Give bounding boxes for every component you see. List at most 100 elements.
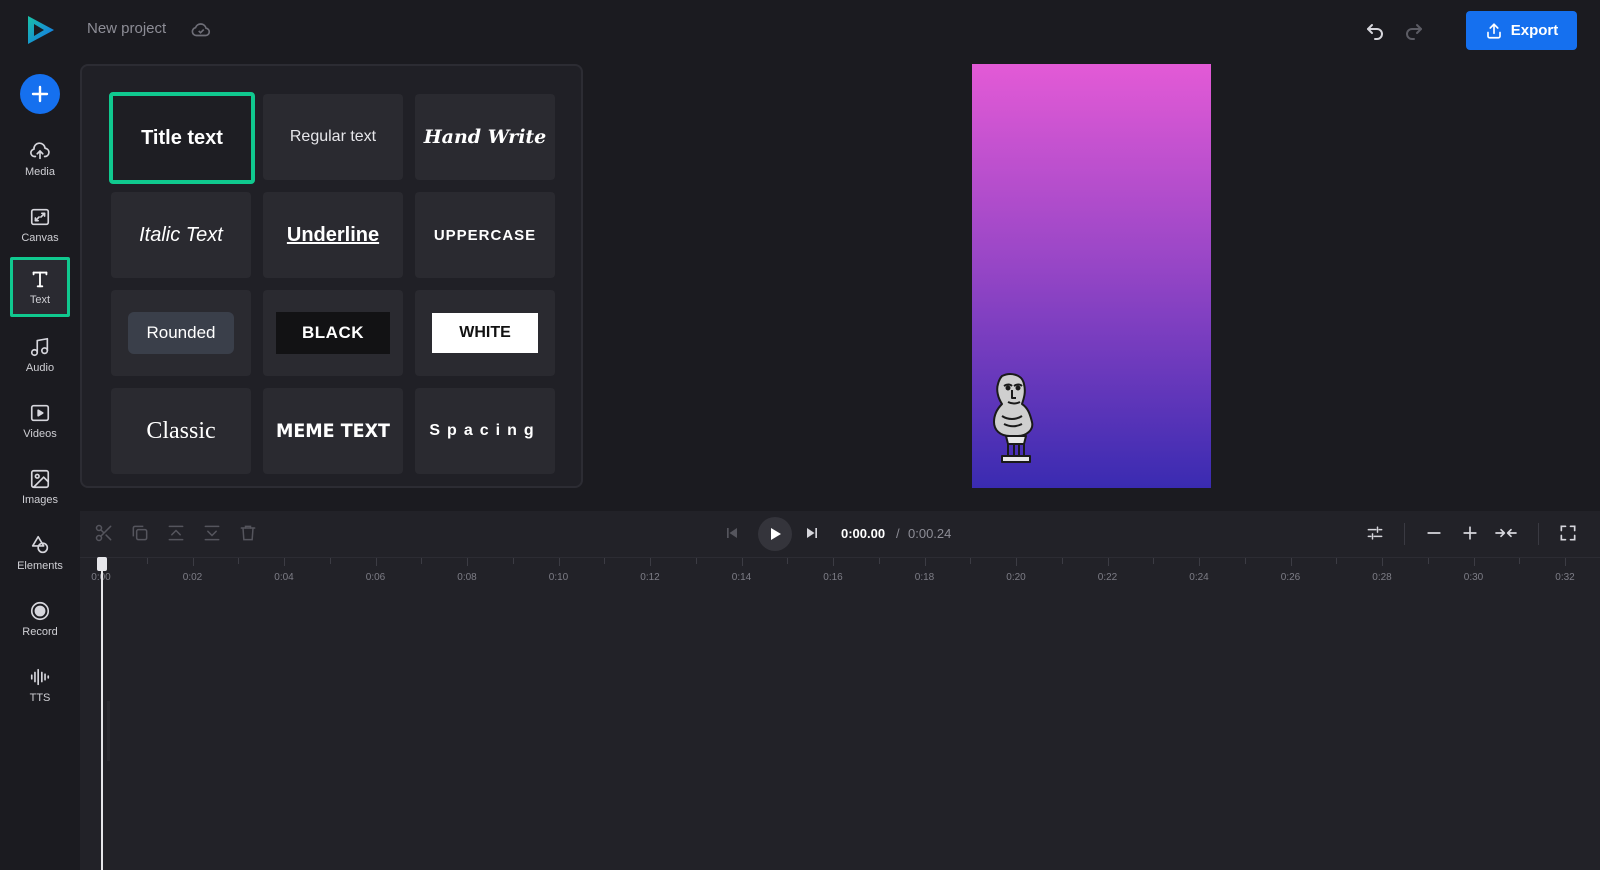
video-editor-app: New project Export Media Canvas Text Aud… bbox=[0, 0, 1600, 870]
sidebar-item-label: Videos bbox=[23, 428, 57, 440]
text-preset-uppercase[interactable]: UPPERCASE bbox=[415, 192, 555, 278]
ruler-label: 0:32 bbox=[1555, 572, 1575, 583]
sidebar-item-text[interactable]: Text bbox=[10, 257, 70, 317]
app-logo-icon[interactable] bbox=[24, 14, 56, 46]
sidebar-item-elements[interactable]: Elements bbox=[10, 524, 70, 582]
zoom-in-icon[interactable] bbox=[1460, 523, 1480, 543]
ruler-minor-tick bbox=[421, 558, 423, 564]
preset-label: Hand Write bbox=[423, 126, 547, 148]
sidebar-item-label: Audio bbox=[25, 362, 55, 374]
fullscreen-icon[interactable] bbox=[1558, 523, 1578, 543]
current-time: 0:00.00 bbox=[841, 526, 886, 541]
preset-label: Regular text bbox=[289, 128, 377, 145]
ruler-tick bbox=[833, 558, 834, 566]
ruler-tick bbox=[558, 558, 560, 566]
ruler-label: 0:10 bbox=[548, 572, 569, 583]
preset-label: BLACK bbox=[276, 312, 390, 354]
sidebar-item-label: Images bbox=[21, 494, 59, 506]
adjust-settings-icon[interactable] bbox=[1365, 523, 1385, 543]
skip-forward-icon[interactable] bbox=[802, 523, 822, 543]
ruler-label: 0:16 bbox=[823, 572, 843, 583]
timeline-ruler[interactable]: 0:000:020:040:060:080:100:120:140:160:18… bbox=[80, 557, 1600, 587]
ruler-tick bbox=[1565, 558, 1566, 566]
text-preset-hand-write[interactable]: Hand Write bbox=[415, 94, 555, 180]
statue-sticker[interactable] bbox=[988, 372, 1042, 466]
sidebar-item-label: Media bbox=[25, 166, 55, 178]
sidebar-item-canvas[interactable]: Canvas bbox=[10, 196, 70, 254]
text-preset-black[interactable]: BLACK bbox=[263, 290, 403, 376]
upload-icon bbox=[1486, 22, 1501, 39]
shapes-icon bbox=[31, 535, 49, 554]
ruler-tick bbox=[1016, 558, 1017, 566]
text-preset-title[interactable]: Title text bbox=[109, 92, 255, 184]
ruler-label: 0:20 bbox=[1006, 572, 1026, 583]
ruler-minor-tick bbox=[695, 558, 697, 564]
sidebar-item-record[interactable]: Record bbox=[10, 590, 70, 648]
ruler-minor-tick bbox=[1427, 558, 1429, 564]
sound-wave-icon bbox=[30, 668, 50, 686]
undo-icon[interactable] bbox=[1363, 18, 1387, 42]
skip-back-icon[interactable] bbox=[722, 523, 742, 543]
text-preset-spacing[interactable]: Spacing bbox=[415, 388, 555, 474]
sidebar-item-tts[interactable]: TTS bbox=[10, 656, 70, 714]
timeline-panel: 0:00.00 / 0:00.24 0:000:020:040:060:080:… bbox=[80, 511, 1600, 870]
text-preset-underline[interactable]: Underline bbox=[263, 192, 403, 278]
ruler-minor-tick bbox=[604, 558, 606, 564]
toolbar-divider bbox=[1404, 523, 1405, 545]
play-icon bbox=[771, 528, 781, 540]
ruler-minor-tick bbox=[146, 558, 148, 564]
sidebar-item-images[interactable]: Images bbox=[10, 458, 70, 516]
duplicate-icon[interactable] bbox=[130, 523, 150, 543]
ruler-tick bbox=[375, 558, 377, 566]
redo-icon[interactable] bbox=[1402, 18, 1426, 42]
move-up-icon[interactable] bbox=[166, 523, 186, 543]
export-button[interactable]: Export bbox=[1466, 11, 1577, 50]
ruler-label: 0:14 bbox=[731, 572, 752, 583]
text-preset-meme[interactable]: MEME TEXT bbox=[263, 388, 403, 474]
ruler-tick bbox=[192, 558, 194, 566]
project-title[interactable]: New project bbox=[87, 20, 166, 37]
sidebar-item-label: Record bbox=[22, 626, 58, 638]
ruler-tick bbox=[1199, 558, 1200, 566]
text-preset-classic[interactable]: Classic bbox=[111, 388, 251, 474]
move-down-icon[interactable] bbox=[202, 523, 222, 543]
ruler-minor-tick bbox=[512, 558, 514, 564]
sidebar-item-audio[interactable]: Audio bbox=[10, 326, 70, 384]
preset-label: Classic bbox=[146, 417, 216, 444]
fit-timeline-icon[interactable] bbox=[1494, 523, 1518, 543]
scissors-icon[interactable] bbox=[94, 523, 114, 543]
ruler-label: 0:06 bbox=[365, 572, 386, 583]
preset-label: Title text bbox=[141, 126, 223, 149]
upload-cloud-icon bbox=[30, 142, 50, 160]
image-icon bbox=[30, 469, 50, 489]
ruler-minor-tick bbox=[970, 558, 972, 564]
sidebar-item-media[interactable]: Media bbox=[10, 130, 70, 188]
sidebar-item-label: Text bbox=[29, 294, 51, 306]
export-label: Export bbox=[1510, 22, 1559, 39]
ruler-minor-tick bbox=[1336, 558, 1338, 564]
trash-icon[interactable] bbox=[238, 523, 258, 543]
zoom-out-icon[interactable] bbox=[1424, 523, 1444, 543]
cloud-saved-icon bbox=[191, 23, 211, 37]
playhead-handle[interactable] bbox=[97, 557, 107, 571]
add-button[interactable] bbox=[20, 74, 60, 114]
sidebar-item-videos[interactable]: Videos bbox=[10, 392, 70, 450]
ruler-minor-tick bbox=[878, 558, 880, 564]
text-preset-regular[interactable]: Regular text bbox=[263, 94, 403, 180]
ruler-tick bbox=[1107, 558, 1109, 566]
ruler-tick bbox=[284, 558, 285, 566]
ruler-tick bbox=[1290, 558, 1292, 566]
text-preset-italic[interactable]: Italic Text bbox=[111, 192, 251, 278]
play-button[interactable] bbox=[758, 517, 792, 551]
ruler-label: 0:18 bbox=[914, 572, 935, 583]
ruler-minor-tick bbox=[238, 558, 240, 564]
canvas-preview[interactable] bbox=[972, 64, 1211, 488]
total-duration: 0:00.24 bbox=[908, 526, 952, 541]
preset-label: Italic Text bbox=[139, 223, 223, 246]
text-preset-rounded[interactable]: Rounded bbox=[111, 290, 251, 376]
preset-label: Spacing bbox=[429, 422, 541, 439]
ruler-label: 0:02 bbox=[182, 572, 203, 583]
text-preset-white[interactable]: WHITE bbox=[415, 290, 555, 376]
ruler-label: 0:28 bbox=[1372, 572, 1392, 583]
toolbar-divider bbox=[1538, 523, 1539, 545]
